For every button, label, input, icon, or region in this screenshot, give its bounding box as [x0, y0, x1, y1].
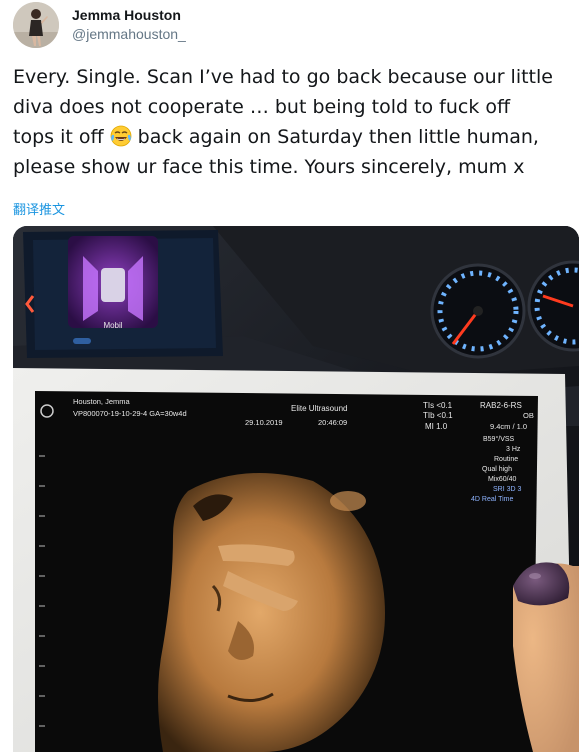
- scan-probe: RAB2-6-RS: [480, 401, 522, 410]
- tweet-photo[interactable]: Mobil Houston, Jemma VP800070-19-10-29-4…: [13, 226, 579, 752]
- tweet-card: Jemma Houston @jemmahouston_ Every. Sing…: [0, 0, 585, 752]
- scan-routine: Routine: [494, 456, 518, 463]
- scan-id-line: VP800070-19-10-29-4 GA=30w4d: [73, 409, 187, 418]
- ultrasound-print: Houston, Jemma VP800070-19-10-29-4 GA=30…: [13, 368, 573, 752]
- scan-tib: TIb <0.1: [423, 411, 453, 420]
- scan-angle: B59°/VSS: [483, 435, 515, 443]
- scan-freq: 3 Hz: [506, 446, 521, 453]
- car-screen-label: Mobil: [103, 321, 122, 330]
- face-with-tears-of-joy-icon: [110, 125, 132, 147]
- scan-depth: 9.4cm / 1.0: [490, 422, 527, 431]
- scan-sri: SRI 3D 3: [493, 486, 522, 493]
- scan-patient: Houston, Jemma: [73, 397, 131, 406]
- scan-clinic: Elite Ultrasound: [291, 404, 347, 413]
- scan-mode: 4D Real Time: [471, 496, 514, 503]
- scan-ob: OB: [523, 411, 534, 420]
- speedometer-gauge: [430, 263, 526, 359]
- avatar[interactable]: [13, 2, 59, 48]
- avatar-photo: [13, 2, 59, 48]
- user-handle[interactable]: @jemmahouston_: [72, 26, 186, 42]
- photo-scene: Mobil Houston, Jemma VP800070-19-10-29-4…: [13, 226, 579, 752]
- scan-mix: Mix60/40: [488, 476, 517, 483]
- scan-time: 20:46:09: [318, 418, 347, 427]
- scan-date: 29.10.2019: [245, 418, 283, 427]
- car-screen: Mobil: [23, 230, 223, 358]
- tweet-text: Every. Single. Scan I’ve had to go back …: [13, 62, 583, 182]
- display-name[interactable]: Jemma Houston: [72, 7, 181, 23]
- scan-tis: TIs <0.1: [423, 401, 453, 410]
- scan-quality: Qual high: [482, 466, 512, 473]
- translate-tweet-link[interactable]: 翻译推文: [13, 199, 65, 218]
- scan-mi: MI 1.0: [425, 422, 448, 431]
